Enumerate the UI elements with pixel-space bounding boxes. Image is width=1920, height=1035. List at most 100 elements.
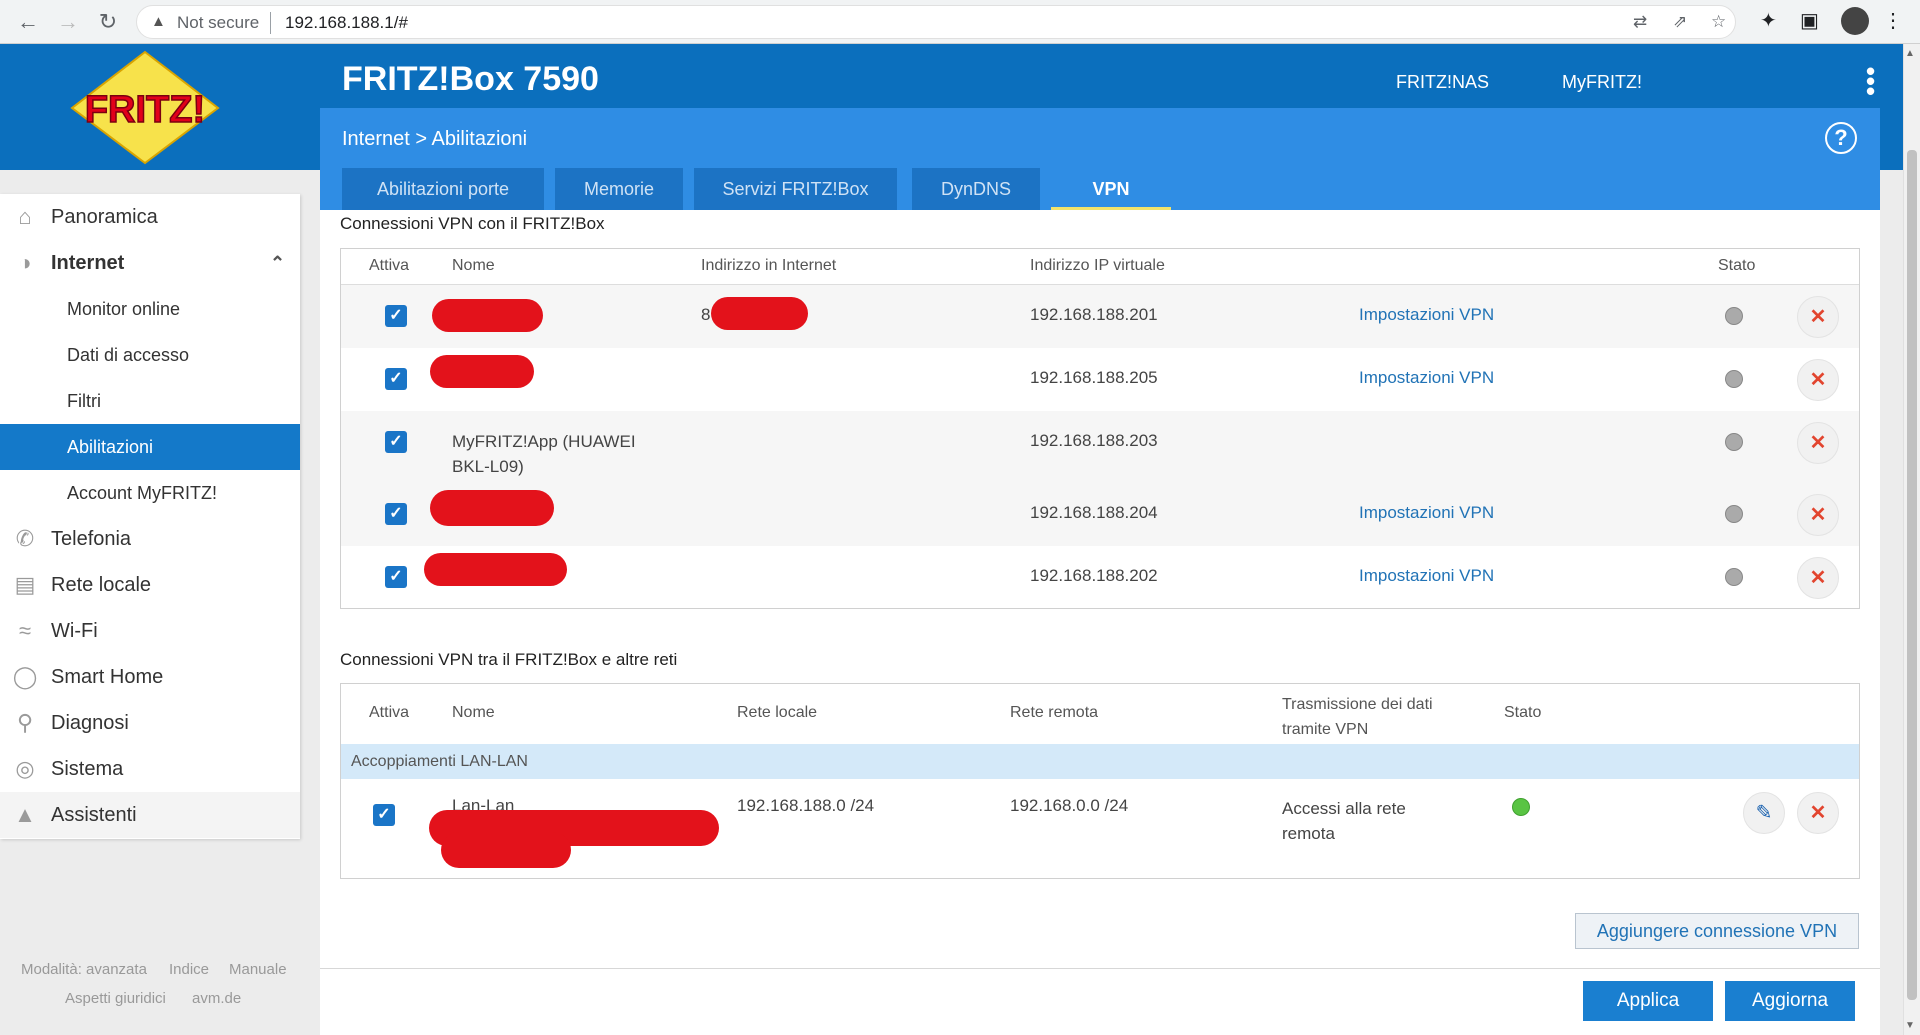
- divider: [270, 12, 271, 34]
- status-indicator: [1725, 433, 1743, 451]
- sidebar-item-label: Filtri: [67, 391, 101, 411]
- legal-link[interactable]: Aspetti giuridici: [65, 990, 166, 1007]
- delete-button[interactable]: ✕: [1797, 792, 1839, 834]
- more-menu-icon[interactable]: • • •: [1866, 58, 1875, 104]
- tab-port-forwarding[interactable]: Abilitazioni porte: [342, 168, 544, 210]
- status-indicator: [1725, 505, 1743, 523]
- sidebar-item-label: Telefonia: [51, 528, 132, 550]
- vpn-settings-link[interactable]: Impostazioni VPN: [1359, 503, 1494, 523]
- tab-vpn[interactable]: VPN: [1051, 168, 1171, 210]
- active-checkbox[interactable]: ✓: [385, 503, 407, 525]
- url-text[interactable]: 192.168.188.1/#: [285, 13, 408, 33]
- star-icon[interactable]: ☆: [1711, 12, 1726, 32]
- sidebar-item-telephony[interactable]: ✆ Telefonia: [0, 516, 300, 562]
- sidebar-sub-permissions[interactable]: Abilitazioni: [0, 424, 300, 470]
- sidebar-sub-access-data[interactable]: Dati di accesso: [0, 332, 300, 378]
- tab-storage[interactable]: Memorie: [555, 168, 683, 210]
- svg-text:FRITZ!: FRITZ!: [85, 89, 205, 131]
- active-checkbox[interactable]: ✓: [385, 368, 407, 390]
- status-indicator: [1725, 307, 1743, 325]
- sidebar-sub-online-monitor[interactable]: Monitor online: [0, 286, 300, 332]
- browser-toolbar: ← → ↻ ▲ Not secure 192.168.188.1/# ⇄ ⇗ ☆…: [0, 0, 1920, 44]
- avm-link[interactable]: avm.de: [192, 990, 241, 1007]
- back-icon[interactable]: ←: [12, 6, 44, 38]
- sidebar-item-home-network[interactable]: ▤ Rete locale: [0, 562, 300, 608]
- apply-button[interactable]: Applica: [1583, 981, 1713, 1021]
- translate-icon[interactable]: ⇄: [1633, 12, 1647, 32]
- phone-icon: ✆: [15, 526, 35, 551]
- vpn-settings-link[interactable]: Impostazioni VPN: [1359, 566, 1494, 586]
- vpn-networks-table: Attiva Nome Rete locale Rete remota Tras…: [340, 683, 1860, 879]
- delete-button[interactable]: ✕: [1797, 359, 1839, 401]
- sidebar-sub-filters[interactable]: Filtri: [0, 378, 300, 424]
- sidebar-item-wizards[interactable]: ▲ Assistenti: [0, 792, 300, 838]
- address-bar[interactable]: ▲ Not secure 192.168.188.1/# ⇄ ⇗ ☆: [136, 5, 1736, 39]
- menu-icon[interactable]: ⋮: [1883, 8, 1903, 33]
- forward-icon[interactable]: →: [52, 6, 84, 38]
- connection-name: MyFRITZ!App (HUAWEI BKL-L09): [452, 432, 636, 476]
- scrollbar-thumb[interactable]: [1907, 150, 1917, 1000]
- fritznas-link[interactable]: FRITZ!NAS: [1396, 72, 1489, 93]
- active-checkbox[interactable]: ✓: [385, 566, 407, 588]
- sidebar-item-label: Diagnosi: [51, 712, 129, 734]
- sidebar-sub-myfritz-account[interactable]: Account MyFRITZ!: [0, 470, 300, 516]
- sidebar-item-label: Rete locale: [51, 574, 152, 596]
- smarthome-icon: ◯: [12, 664, 38, 689]
- refresh-button[interactable]: Aggiorna: [1725, 981, 1855, 1021]
- active-checkbox[interactable]: ✓: [385, 305, 407, 327]
- column-header: Attiva: [369, 257, 410, 274]
- scroll-up-icon[interactable]: ▲: [1905, 48, 1915, 59]
- sidebar-item-label: Abilitazioni: [67, 437, 154, 457]
- table-row: ✓ Lan-Lan 192.168.188.0 /24 192.168.0.0 …: [341, 780, 1859, 878]
- tab-dyndns[interactable]: DynDNS: [912, 168, 1040, 210]
- column-header: Trasmissione dei dati tramite VPN: [1282, 696, 1433, 738]
- column-header: Indirizzo IP virtuale: [1030, 257, 1165, 274]
- sidebar-item-label: Monitor online: [67, 299, 181, 319]
- reload-icon[interactable]: ↻: [92, 6, 124, 38]
- manual-link[interactable]: Manuale: [229, 961, 287, 978]
- chevron-up-icon[interactable]: ⌃: [270, 240, 285, 286]
- extensions-icon[interactable]: ✦: [1760, 8, 1777, 33]
- sidebar-item-wifi[interactable]: ≈ Wi-Fi: [0, 608, 300, 654]
- active-checkbox[interactable]: ✓: [385, 431, 407, 453]
- sidepanel-icon[interactable]: ▣: [1800, 8, 1819, 33]
- virtual-ip: 192.168.188.201: [1030, 305, 1158, 324]
- divider: [320, 968, 1880, 969]
- redaction-mark: [432, 299, 543, 332]
- sidebar-item-internet[interactable]: ◑ Internet ⌃: [0, 240, 300, 286]
- vpn-users-title: Connessioni VPN con il FRITZ!Box: [340, 214, 605, 233]
- virtual-ip: 192.168.188.202: [1030, 566, 1158, 585]
- column-header: Nome: [452, 704, 495, 721]
- remote-network: 192.168.0.0 /24: [1010, 796, 1129, 815]
- myfritz-link[interactable]: MyFRITZ!: [1562, 72, 1642, 93]
- sidebar-item-overview[interactable]: ⌂ Panoramica: [0, 194, 300, 240]
- home-icon: ⌂: [18, 204, 32, 229]
- breadcrumb-bar: Internet > Abilitazioni ? Abilitazioni p…: [320, 108, 1880, 210]
- status-indicator: [1725, 370, 1743, 388]
- active-checkbox[interactable]: ✓: [373, 804, 395, 826]
- network-icon: ▤: [14, 572, 36, 597]
- edit-button[interactable]: ✎: [1743, 792, 1785, 834]
- vpn-settings-link[interactable]: Impostazioni VPN: [1359, 368, 1494, 388]
- diagnosis-icon: ⚲: [16, 710, 34, 735]
- vpn-settings-link[interactable]: Impostazioni VPN: [1359, 305, 1494, 325]
- tab-fritzbox-services[interactable]: Servizi FRITZ!Box: [694, 168, 897, 210]
- help-icon[interactable]: ?: [1825, 122, 1857, 154]
- sidebar-item-diagnostics[interactable]: ⚲ Diagnosi: [0, 700, 300, 746]
- scroll-down-icon[interactable]: ▼: [1905, 1020, 1915, 1031]
- delete-button[interactable]: ✕: [1797, 494, 1839, 536]
- security-label[interactable]: Not secure: [177, 13, 259, 33]
- delete-button[interactable]: ✕: [1797, 296, 1839, 338]
- redaction-mark: [424, 553, 567, 586]
- profile-avatar[interactable]: [1841, 7, 1869, 35]
- mode-link[interactable]: Modalità: avanzata: [21, 961, 147, 978]
- warning-icon: ▲: [151, 13, 166, 30]
- add-vpn-connection-button[interactable]: Aggiungere connessione VPN: [1575, 913, 1859, 949]
- share-icon[interactable]: ⇗: [1673, 12, 1687, 32]
- index-link[interactable]: Indice: [169, 961, 209, 978]
- delete-button[interactable]: ✕: [1797, 557, 1839, 599]
- main-content: Connessioni VPN con il FRITZ!Box Attiva …: [320, 210, 1880, 1035]
- sidebar-item-system[interactable]: ◎ Sistema: [0, 746, 300, 792]
- sidebar-item-smart-home[interactable]: ◯ Smart Home: [0, 654, 300, 700]
- delete-button[interactable]: ✕: [1797, 422, 1839, 464]
